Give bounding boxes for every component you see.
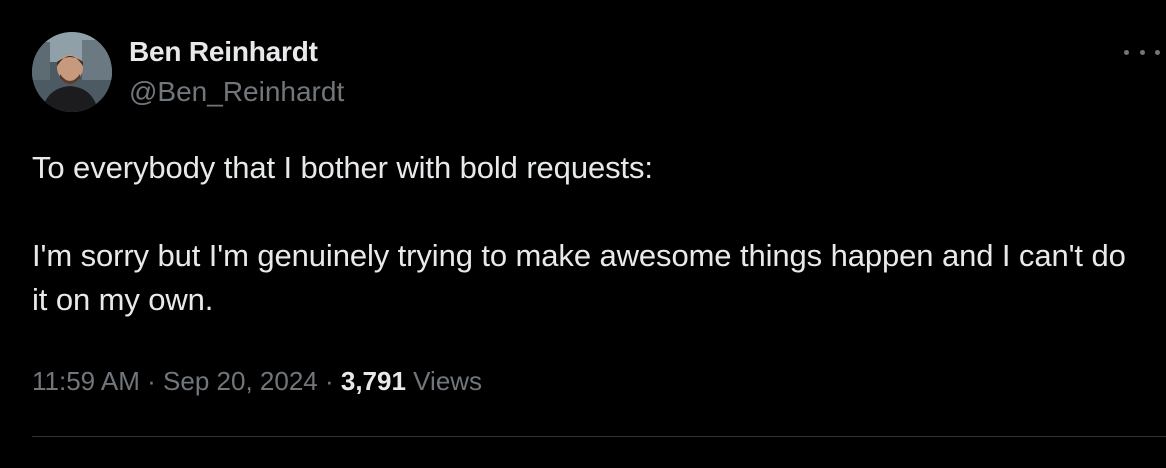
tweet-meta: 11:59 AM · Sep 20, 2024 · 3,791 Views: [32, 366, 482, 397]
views-count[interactable]: 3,791: [341, 366, 406, 396]
meta-separator: ·: [317, 366, 341, 396]
views-label[interactable]: Views: [413, 366, 482, 396]
more-horizontal-icon[interactable]: [1124, 40, 1160, 64]
avatar[interactable]: [32, 32, 112, 112]
more-dot: [1155, 49, 1160, 55]
author-display-name[interactable]: Ben Reinhardt: [129, 36, 318, 68]
tweet-paragraph: I'm sorry but I'm genuinely trying to ma…: [32, 238, 1126, 317]
avatar-photo: [32, 32, 112, 112]
tweet-text: To everybody that I bother with bold req…: [32, 146, 1142, 322]
tweet-date[interactable]: Sep 20, 2024: [163, 366, 318, 396]
divider: [32, 436, 1166, 437]
more-dot: [1139, 49, 1145, 55]
tweet: Ben Reinhardt @Ben_Reinhardt To everybod…: [0, 0, 1166, 468]
meta-separator: ·: [139, 366, 164, 396]
tweet-time[interactable]: 11:59 AM: [32, 366, 140, 396]
more-dot: [1124, 49, 1129, 55]
author-handle[interactable]: @Ben_Reinhardt: [129, 76, 344, 108]
tweet-paragraph: To everybody that I bother with bold req…: [32, 150, 653, 185]
